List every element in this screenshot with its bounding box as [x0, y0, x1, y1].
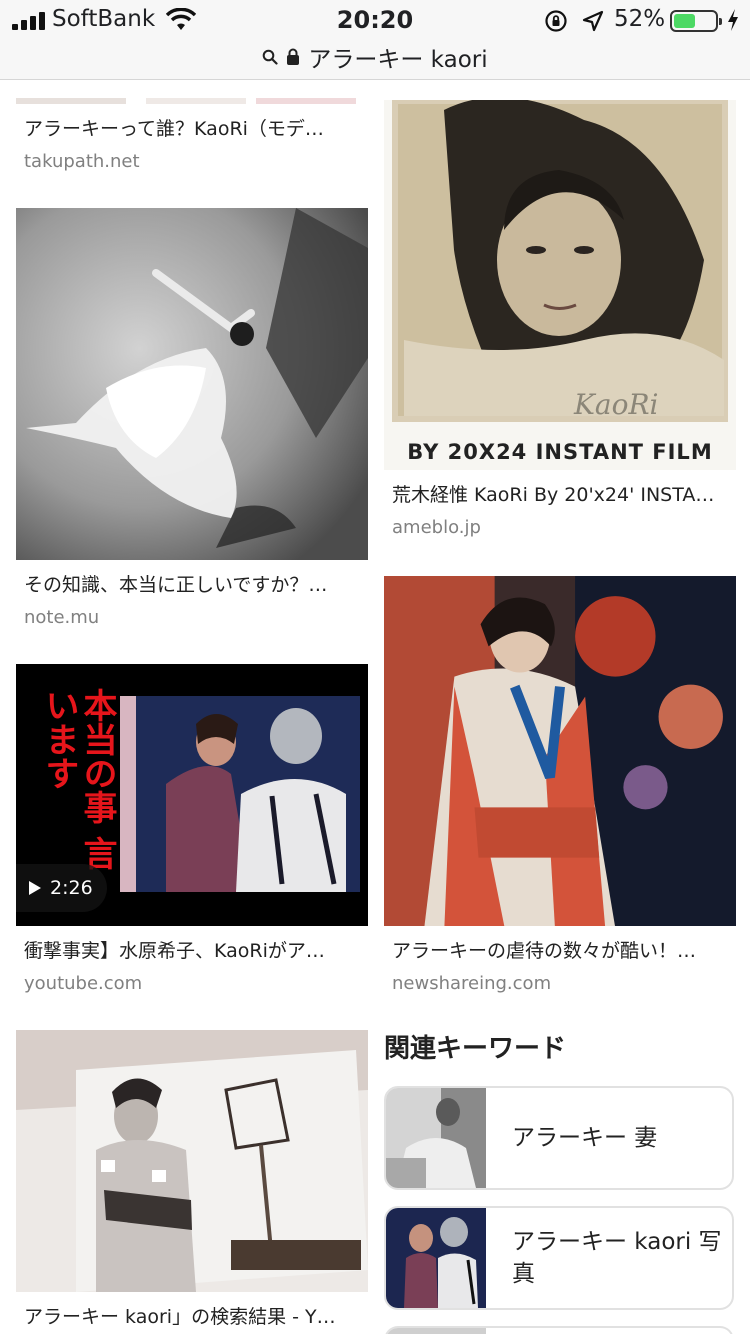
- image-result-card[interactable]: アラーキーって誰？KaoRi（モデ… takupath.net: [16, 80, 368, 172]
- image-result-card[interactable]: KaoRi BY 20X24 INSTANT FILM 荒木経惟 KaoRi B…: [384, 100, 736, 538]
- related-keyword-chip[interactable]: [384, 1326, 734, 1334]
- charging-icon: [728, 9, 738, 31]
- result-caption[interactable]: その知識、本当に正しいですか？…: [16, 560, 368, 597]
- result-source[interactable]: ameblo.jp: [384, 507, 736, 538]
- result-caption[interactable]: アラーキーの虐待の数々が酷い！…: [384, 926, 736, 963]
- related-keyword-chip[interactable]: アラーキー kaori 写真: [384, 1206, 734, 1310]
- result-caption[interactable]: アラーキー kaori」の検索結果 - Y…: [16, 1292, 368, 1329]
- result-source[interactable]: newshareing.com: [384, 963, 736, 994]
- related-keyword-thumbnail: [386, 1328, 486, 1334]
- image-result-card[interactable]: その知識、本当に正しいですか？… note.mu: [16, 208, 368, 628]
- result-thumbnail[interactable]: [16, 80, 368, 104]
- related-keyword-label: アラーキー 妻: [512, 1125, 658, 1151]
- url-bar[interactable]: アラーキー kaori: [0, 40, 750, 73]
- result-thumbnail[interactable]: [16, 208, 368, 560]
- search-query: アラーキー kaori: [308, 47, 488, 73]
- battery-icon: [670, 10, 722, 32]
- result-thumbnail[interactable]: KaoRi BY 20X24 INSTANT FILM: [384, 100, 736, 470]
- result-thumbnail[interactable]: [16, 1030, 368, 1292]
- result-source[interactable]: takupath.net: [16, 141, 368, 172]
- video-result-card[interactable]: 本当の事 言います 2:26 衝撃事実】水原希子、KaoRiがア… youtub…: [16, 664, 368, 994]
- result-caption[interactable]: 荒木経惟 KaoRi By 20'x24' INSTA…: [384, 470, 736, 507]
- video-duration: 2:26: [50, 877, 93, 899]
- browser-top-bar: SoftBank 20:20 52% アラーキー kaori: [0, 0, 750, 80]
- related-keyword-label: アラーキー kaori 写真: [512, 1229, 722, 1287]
- result-source[interactable]: note.mu: [16, 597, 368, 628]
- related-keyword-chip[interactable]: アラーキー 妻: [384, 1086, 734, 1190]
- result-thumbnail[interactable]: [384, 576, 736, 926]
- video-title-overlay: 本当の事 言います: [39, 688, 117, 870]
- search-icon: [263, 49, 278, 65]
- status-bar: SoftBank 20:20 52%: [0, 0, 750, 40]
- image-result-card[interactable]: アラーキー kaori」の検索結果 - Y…: [16, 1030, 368, 1329]
- lock-icon: [287, 48, 300, 65]
- result-signature: KaoRi: [574, 388, 659, 421]
- result-caption[interactable]: 衝撃事実】水原希子、KaoRiがア…: [16, 926, 368, 963]
- result-caption[interactable]: アラーキーって誰？KaoRi（モデ…: [16, 104, 368, 141]
- related-keyword-thumbnail: [386, 1208, 486, 1308]
- rotation-lock-icon: [545, 10, 567, 32]
- instant-film-banner: BY 20X24 INSTANT FILM: [407, 440, 713, 464]
- location-icon: [582, 10, 604, 32]
- play-icon: [29, 881, 41, 895]
- video-duration-badge: 2:26: [16, 864, 107, 912]
- related-keyword-thumbnail: [386, 1088, 486, 1188]
- image-result-card[interactable]: アラーキーの虐待の数々が酷い！… newshareing.com: [384, 576, 736, 994]
- result-source[interactable]: youtube.com: [16, 963, 368, 994]
- related-keywords-heading: 関連キーワード: [384, 1034, 567, 1064]
- battery-percent: 52%: [614, 6, 666, 32]
- video-thumbnail[interactable]: 本当の事 言います 2:26: [16, 664, 368, 926]
